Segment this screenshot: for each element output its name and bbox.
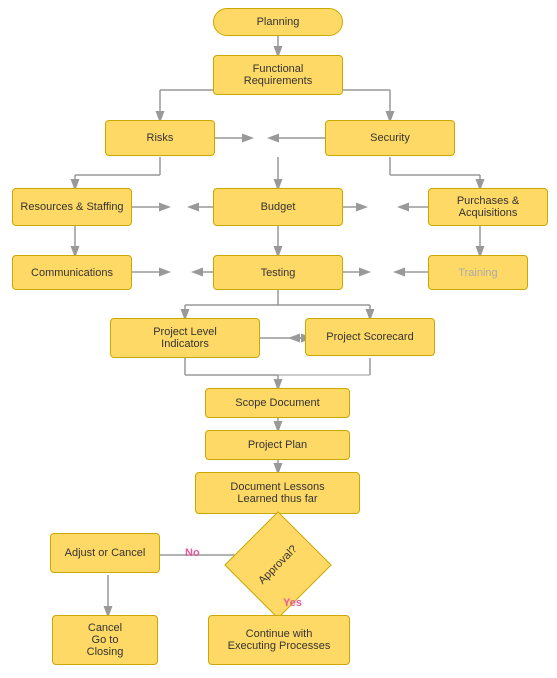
document-lessons-node[interactable]: Document Lessons Learned thus far	[195, 472, 360, 514]
project-plan-node[interactable]: Project Plan	[205, 430, 350, 460]
budget-node[interactable]: Budget	[213, 188, 343, 226]
security-node[interactable]: Security	[325, 120, 455, 156]
training-node[interactable]: Training	[428, 255, 528, 290]
yes-label: Yes	[283, 597, 302, 609]
testing-node[interactable]: Testing	[213, 255, 343, 290]
resources-staffing-node[interactable]: Resources & Staffing	[12, 188, 132, 226]
functional-requirements-node[interactable]: Functional Requirements	[213, 55, 343, 95]
risks-node[interactable]: Risks	[105, 120, 215, 156]
scope-document-node[interactable]: Scope Document	[205, 388, 350, 418]
flowchart: Planning Functional Requirements Risks S…	[0, 0, 557, 678]
project-level-indicators-node[interactable]: Project Level Indicators	[110, 318, 260, 358]
project-scorecard-node[interactable]: Project Scorecard	[305, 318, 435, 356]
cancel-closing-node[interactable]: Cancel Go to Closing	[52, 615, 158, 665]
planning-node[interactable]: Planning	[213, 8, 343, 36]
no-label: No	[185, 547, 200, 559]
communications-node[interactable]: Communications	[12, 255, 132, 290]
continue-executing-node[interactable]: Continue with Executing Processes	[208, 615, 350, 665]
purchases-acquisitions-node[interactable]: Purchases & Acquisitions	[428, 188, 548, 226]
approval-node[interactable]: Approval?	[240, 527, 316, 603]
adjust-cancel-node[interactable]: Adjust or Cancel	[50, 533, 160, 573]
